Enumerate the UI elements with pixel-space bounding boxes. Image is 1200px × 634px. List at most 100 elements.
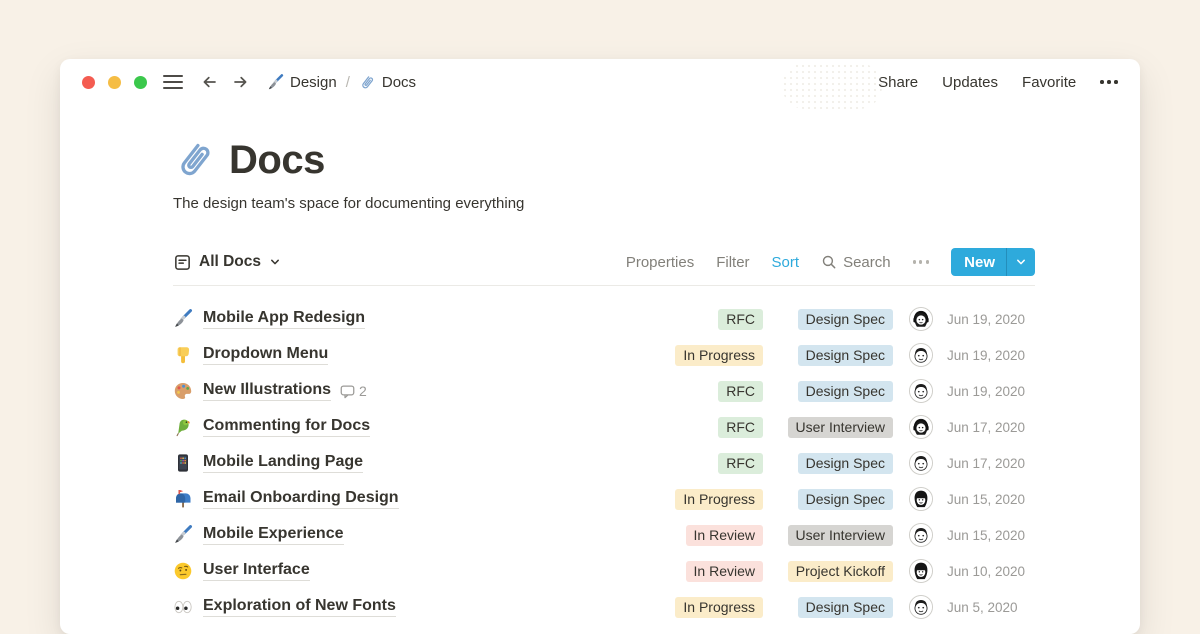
type-tag[interactable]: User Interview <box>788 525 893 546</box>
date-cell[interactable]: Jun 15, 2020 <box>947 492 1035 507</box>
table-row[interactable]: Exploration of New Fonts In Progress Des… <box>173 589 1035 625</box>
type-tag[interactable]: Project Kickoff <box>788 561 893 582</box>
date-cell[interactable]: Jun 15, 2020 <box>947 528 1035 543</box>
close-window-button[interactable] <box>82 76 95 89</box>
table-row[interactable]: Mobile Landing Page RFC Design Spec Jun … <box>173 445 1035 481</box>
date-cell[interactable]: Jun 5, 2020 <box>947 600 1035 615</box>
point-down-icon <box>173 345 193 365</box>
view-selector-label: All Docs <box>199 253 261 271</box>
breadcrumb-separator: / <box>344 74 352 91</box>
avatar-woman-headphones <box>909 307 933 331</box>
status-tag[interactable]: In Review <box>686 561 763 582</box>
date-cell[interactable]: Jun 17, 2020 <box>947 456 1035 471</box>
search-label: Search <box>843 254 891 271</box>
date-cell[interactable]: Jun 19, 2020 <box>947 312 1035 327</box>
status-tag[interactable]: RFC <box>718 417 763 438</box>
avatar-woman-headphones <box>909 415 933 439</box>
paintbrush-icon <box>173 525 193 545</box>
view-toolbar: All Docs Properties Filter Sort Search N… <box>173 248 1035 286</box>
comment-count[interactable]: 2 <box>340 383 367 399</box>
table-row[interactable]: New Illustrations 2 RFC Design Spec Jun … <box>173 373 1035 409</box>
status-tag[interactable]: In Progress <box>675 489 763 510</box>
toolbar-more-icon[interactable] <box>913 260 930 263</box>
doc-title-link[interactable]: Dropdown Menu <box>203 345 328 365</box>
doc-title-link[interactable]: Mobile App Redesign <box>203 309 365 329</box>
type-tag[interactable]: Design Spec <box>798 345 893 366</box>
avatar-man <box>909 523 933 547</box>
favorite-button[interactable]: Favorite <box>1022 74 1076 91</box>
table-row[interactable]: User Interface In Review Project Kickoff… <box>173 553 1035 589</box>
table-row[interactable]: Mobile App Redesign RFC Design Spec Jun … <box>173 301 1035 337</box>
table-row[interactable]: Mobile Experience In Review User Intervi… <box>173 517 1035 553</box>
table-row[interactable]: Email Onboarding Design In Progress Desi… <box>173 481 1035 517</box>
sort-button[interactable]: Sort <box>772 254 800 271</box>
breadcrumb-docs[interactable]: Docs <box>359 74 416 91</box>
breadcrumb-label: Design <box>290 74 337 91</box>
mobile-phone-icon <box>173 453 193 473</box>
status-tag[interactable]: In Progress <box>675 597 763 618</box>
new-dropdown-button[interactable] <box>1007 248 1035 276</box>
more-options-icon[interactable] <box>1100 80 1118 84</box>
date-cell[interactable]: Jun 19, 2020 <box>947 348 1035 363</box>
type-tag[interactable]: Design Spec <box>798 453 893 474</box>
avatar-woman <box>909 559 933 583</box>
paintbrush-icon <box>173 309 193 329</box>
doc-title-link[interactable]: Email Onboarding Design <box>203 489 399 509</box>
status-tag[interactable]: RFC <box>718 309 763 330</box>
doc-title-link[interactable]: Mobile Landing Page <box>203 453 363 473</box>
chevron-down-icon <box>269 256 281 268</box>
table-row[interactable]: Commenting for Docs RFC User Interview J… <box>173 409 1035 445</box>
status-tag[interactable]: In Review <box>686 525 763 546</box>
avatar-man <box>909 343 933 367</box>
date-cell[interactable]: Jun 10, 2020 <box>947 564 1035 579</box>
sidebar-menu-icon[interactable] <box>163 75 183 90</box>
status-tag[interactable]: In Progress <box>675 345 763 366</box>
zoom-window-button[interactable] <box>134 76 147 89</box>
breadcrumb-design[interactable]: Design <box>267 74 337 91</box>
doc-title-link[interactable]: Exploration of New Fonts <box>203 597 396 617</box>
forward-arrow-icon[interactable] <box>231 72 251 92</box>
updates-button[interactable]: Updates <box>942 74 998 91</box>
new-button-label[interactable]: New <box>951 248 1006 276</box>
eyes-icon <box>173 597 193 617</box>
avatar-woman <box>909 487 933 511</box>
minimize-window-button[interactable] <box>108 76 121 89</box>
share-button[interactable]: Share <box>878 74 918 91</box>
doc-title-link[interactable]: User Interface <box>203 561 310 581</box>
breadcrumb: Design / Docs <box>267 74 416 91</box>
view-selector[interactable]: All Docs <box>173 253 281 272</box>
window-topbar: Design / Docs Share Updates Favorite <box>60 59 1140 105</box>
doc-title-link[interactable]: New Illustrations <box>203 381 331 401</box>
raised-eyebrow-icon <box>173 561 193 581</box>
chevron-down-icon <box>1015 256 1027 268</box>
new-button[interactable]: New <box>951 248 1035 276</box>
doc-title-link[interactable]: Mobile Experience <box>203 525 344 545</box>
list-view-icon <box>173 253 192 272</box>
type-tag[interactable]: Design Spec <box>798 309 893 330</box>
date-cell[interactable]: Jun 19, 2020 <box>947 384 1035 399</box>
type-tag[interactable]: Design Spec <box>798 489 893 510</box>
app-window: Design / Docs Share Updates Favorite Doc… <box>60 59 1140 634</box>
properties-button[interactable]: Properties <box>626 254 694 271</box>
type-tag[interactable]: User Interview <box>788 417 893 438</box>
table-row[interactable]: Dropdown Menu In Progress Design Spec Ju… <box>173 337 1035 373</box>
date-cell[interactable]: Jun 17, 2020 <box>947 420 1035 435</box>
search-icon <box>821 254 837 270</box>
paintbrush-icon <box>267 74 284 91</box>
page-subtitle[interactable]: The design team's space for documenting … <box>173 195 1035 212</box>
mailbox-icon <box>173 489 193 509</box>
back-arrow-icon[interactable] <box>199 72 219 92</box>
type-tag[interactable]: Design Spec <box>798 597 893 618</box>
avatar-man <box>909 451 933 475</box>
breadcrumb-label: Docs <box>382 74 416 91</box>
avatar-man <box>909 595 933 619</box>
filter-button[interactable]: Filter <box>716 254 749 271</box>
paperclip-icon <box>173 138 217 182</box>
page-title[interactable]: Docs <box>229 137 325 183</box>
doc-title-link[interactable]: Commenting for Docs <box>203 417 370 437</box>
parrot-icon <box>173 417 193 437</box>
status-tag[interactable]: RFC <box>718 381 763 402</box>
status-tag[interactable]: RFC <box>718 453 763 474</box>
type-tag[interactable]: Design Spec <box>798 381 893 402</box>
search-button[interactable]: Search <box>821 254 891 271</box>
